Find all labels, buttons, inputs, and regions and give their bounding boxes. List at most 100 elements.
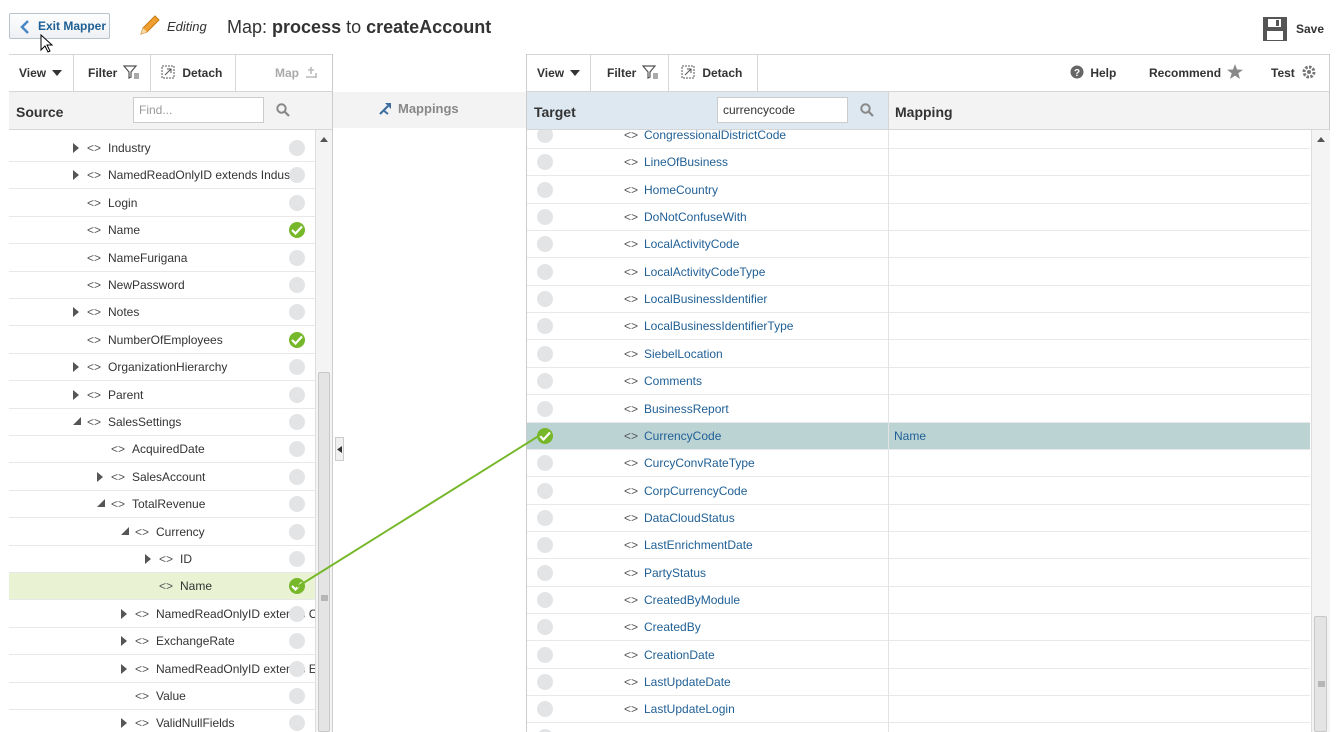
target-node-label[interactable]: HomeCountry bbox=[644, 183, 718, 197]
target-tree-row[interactable]: <> CreatedBy bbox=[527, 614, 1310, 642]
source-tree-row[interactable]: <> Login bbox=[9, 190, 315, 217]
target-node-label[interactable]: LastEnrichmentDate bbox=[644, 538, 753, 552]
target-scrollbar[interactable] bbox=[1311, 130, 1330, 732]
target-node-label[interactable]: LocalBusinessIdentifier bbox=[644, 292, 767, 306]
target-tree-row[interactable]: <> HomeCountry bbox=[527, 177, 1310, 204]
target-node-label[interactable]: BusinessReport bbox=[644, 402, 729, 416]
expand-arrow-icon[interactable] bbox=[73, 170, 79, 181]
source-tree-row[interactable]: <> SalesSettings bbox=[9, 409, 315, 436]
expand-arrow-icon[interactable] bbox=[121, 636, 127, 647]
target-node-label[interactable]: LocalBusinessIdentifierType bbox=[644, 319, 793, 333]
collapse-arrow-icon[interactable] bbox=[121, 526, 129, 535]
expand-arrow-icon[interactable] bbox=[145, 554, 151, 564]
target-tree-row[interactable]: <> LocalBusinessIdentifierType bbox=[527, 313, 1310, 341]
target-node-label[interactable]: SiebelLocation bbox=[644, 347, 723, 361]
target-node-label[interactable]: PartyStatus bbox=[644, 566, 706, 580]
target-node-label[interactable]: CurrencyCode bbox=[644, 429, 721, 443]
source-tree-row[interactable]: <> Parent bbox=[9, 382, 315, 409]
expand-arrow-icon[interactable] bbox=[97, 471, 103, 482]
scroll-up-arrow-icon[interactable] bbox=[1317, 136, 1325, 142]
target-tree-row[interactable]: <> BusinessReport bbox=[527, 396, 1310, 423]
target-tree-row[interactable]: <> LineOfBusiness bbox=[527, 149, 1310, 177]
save-icon[interactable] bbox=[1262, 16, 1288, 42]
target-tree-row[interactable]: <> CurrencyCode Name bbox=[527, 422, 1310, 450]
source-scroll-thumb[interactable] bbox=[318, 372, 330, 732]
target-tree-row[interactable]: <> CongressionalDistrictCode bbox=[527, 130, 1310, 149]
target-tree-row[interactable]: <> LastUpdateLogin bbox=[527, 696, 1310, 724]
target-node-label[interactable]: CreatedBy bbox=[644, 620, 701, 634]
source-tree-row[interactable]: <>NamedReadOnlyID extends ExchangeRate bbox=[9, 656, 315, 683]
source-tree-row[interactable]: <> ValidNullFields bbox=[9, 710, 315, 732]
expand-arrow-icon[interactable] bbox=[73, 143, 79, 153]
target-scroll-thumb[interactable] bbox=[1314, 616, 1327, 732]
source-tree-row[interactable]: <> ID bbox=[9, 546, 315, 573]
search-icon[interactable] bbox=[860, 103, 874, 117]
target-search-input[interactable]: currencycode bbox=[717, 97, 848, 123]
source-tree-row[interactable]: <> Value bbox=[9, 683, 315, 710]
test-button[interactable]: Test bbox=[1271, 55, 1317, 91]
expand-arrow-icon[interactable] bbox=[121, 718, 127, 729]
target-tree-row[interactable]: <> LocalActivityCode bbox=[527, 231, 1310, 259]
target-node-label[interactable]: CreationDate bbox=[644, 648, 715, 662]
expand-arrow-icon[interactable] bbox=[73, 362, 79, 373]
source-tree-row[interactable]: <> SalesAccount bbox=[9, 464, 315, 491]
target-node-label[interactable]: DataCloudStatus bbox=[644, 511, 735, 525]
collapse-panel-button[interactable] bbox=[335, 437, 344, 461]
recommend-button[interactable]: Recommend bbox=[1149, 55, 1244, 91]
source-tree-row[interactable]: <> Notes bbox=[9, 299, 315, 327]
target-tree-row[interactable]: <> CurcyConvRateType bbox=[527, 450, 1310, 478]
target-node-label[interactable]: CorpCurrencyCode bbox=[644, 484, 747, 498]
help-button[interactable]: ? Help bbox=[1070, 55, 1116, 91]
target-tree-row[interactable]: <>LastUpdatedBy bbox=[527, 724, 1310, 732]
target-node-label[interactable]: Comments bbox=[644, 374, 702, 388]
target-tree-row[interactable]: <> DoNotConfuseWith bbox=[527, 204, 1310, 232]
collapse-arrow-icon[interactable] bbox=[73, 417, 81, 425]
target-node-label[interactable]: CurcyConvRateType bbox=[644, 456, 755, 470]
target-tree-row[interactable]: <> SiebelLocation bbox=[527, 341, 1310, 368]
detach-button[interactable]: Detach bbox=[161, 55, 222, 91]
source-tree-row[interactable]: <> Name bbox=[9, 217, 315, 245]
target-detach-button[interactable]: Detach bbox=[681, 55, 742, 91]
map-button[interactable]: Map bbox=[275, 55, 320, 91]
expand-arrow-icon[interactable] bbox=[121, 608, 127, 619]
target-view-menu[interactable]: View bbox=[537, 55, 581, 91]
target-tree-row[interactable]: <> Comments bbox=[527, 368, 1310, 396]
expand-arrow-icon[interactable] bbox=[73, 389, 79, 400]
target-node-label[interactable]: LastUpdateDate bbox=[644, 675, 731, 689]
target-tree-row[interactable]: <> CorpCurrencyCode bbox=[527, 478, 1310, 505]
source-tree-row[interactable]: <>NamedReadOnlyID extends Currency bbox=[9, 601, 315, 628]
view-menu[interactable]: View bbox=[19, 55, 63, 91]
search-icon[interactable] bbox=[276, 103, 290, 117]
target-node-label[interactable]: CongressionalDistrictCode bbox=[644, 130, 786, 142]
target-tree-row[interactable]: <> CreatedByModule bbox=[527, 587, 1310, 614]
collapse-arrow-icon[interactable] bbox=[97, 499, 105, 508]
source-tree-row[interactable]: <> AcquiredDate bbox=[9, 436, 315, 464]
target-node-label[interactable]: LocalActivityCodeType bbox=[644, 265, 765, 279]
source-tree-row[interactable]: <> NameFurigana bbox=[9, 245, 315, 272]
scroll-up-arrow-icon[interactable] bbox=[320, 136, 328, 142]
filter-button[interactable]: Filter bbox=[88, 55, 139, 91]
source-scrollbar[interactable] bbox=[315, 130, 333, 732]
target-tree-row[interactable]: <> LastEnrichmentDate bbox=[527, 532, 1310, 560]
target-node-label[interactable]: LineOfBusiness bbox=[644, 155, 728, 169]
target-tree-row[interactable]: <> DataCloudStatus bbox=[527, 505, 1310, 532]
source-tree-row[interactable]: <> NewPassword bbox=[9, 272, 315, 299]
exit-mapper-button[interactable]: Exit Mapper bbox=[9, 13, 110, 39]
source-tree-row[interactable]: <> ExchangeRate bbox=[9, 628, 315, 656]
source-tree-row[interactable]: <> Currency bbox=[9, 519, 315, 546]
target-node-label[interactable]: CreatedByModule bbox=[644, 593, 740, 607]
target-node-label[interactable]: LocalActivityCode bbox=[644, 237, 739, 251]
expand-arrow-icon[interactable] bbox=[121, 663, 127, 674]
source-tree-row[interactable]: <> NamedReadOnlyID extends Industry bbox=[9, 162, 315, 190]
expand-arrow-icon[interactable] bbox=[73, 307, 79, 318]
source-tree-row[interactable]: <> TotalRevenue bbox=[9, 491, 315, 519]
target-node-label[interactable]: DoNotConfuseWith bbox=[644, 210, 747, 224]
target-tree-row[interactable]: <> CreationDate bbox=[527, 642, 1310, 669]
source-tree-row[interactable]: <> Industry bbox=[9, 135, 315, 162]
target-filter-button[interactable]: Filter bbox=[607, 55, 658, 91]
target-tree-row[interactable]: <> LocalBusinessIdentifier bbox=[527, 286, 1310, 314]
target-node-label[interactable]: LastUpdateLogin bbox=[644, 702, 735, 716]
source-tree-row[interactable]: <> Name bbox=[9, 573, 315, 601]
target-tree-row[interactable]: <> PartyStatus bbox=[527, 560, 1310, 587]
source-tree-row[interactable]: <> OrganizationHierarchy bbox=[9, 354, 315, 382]
